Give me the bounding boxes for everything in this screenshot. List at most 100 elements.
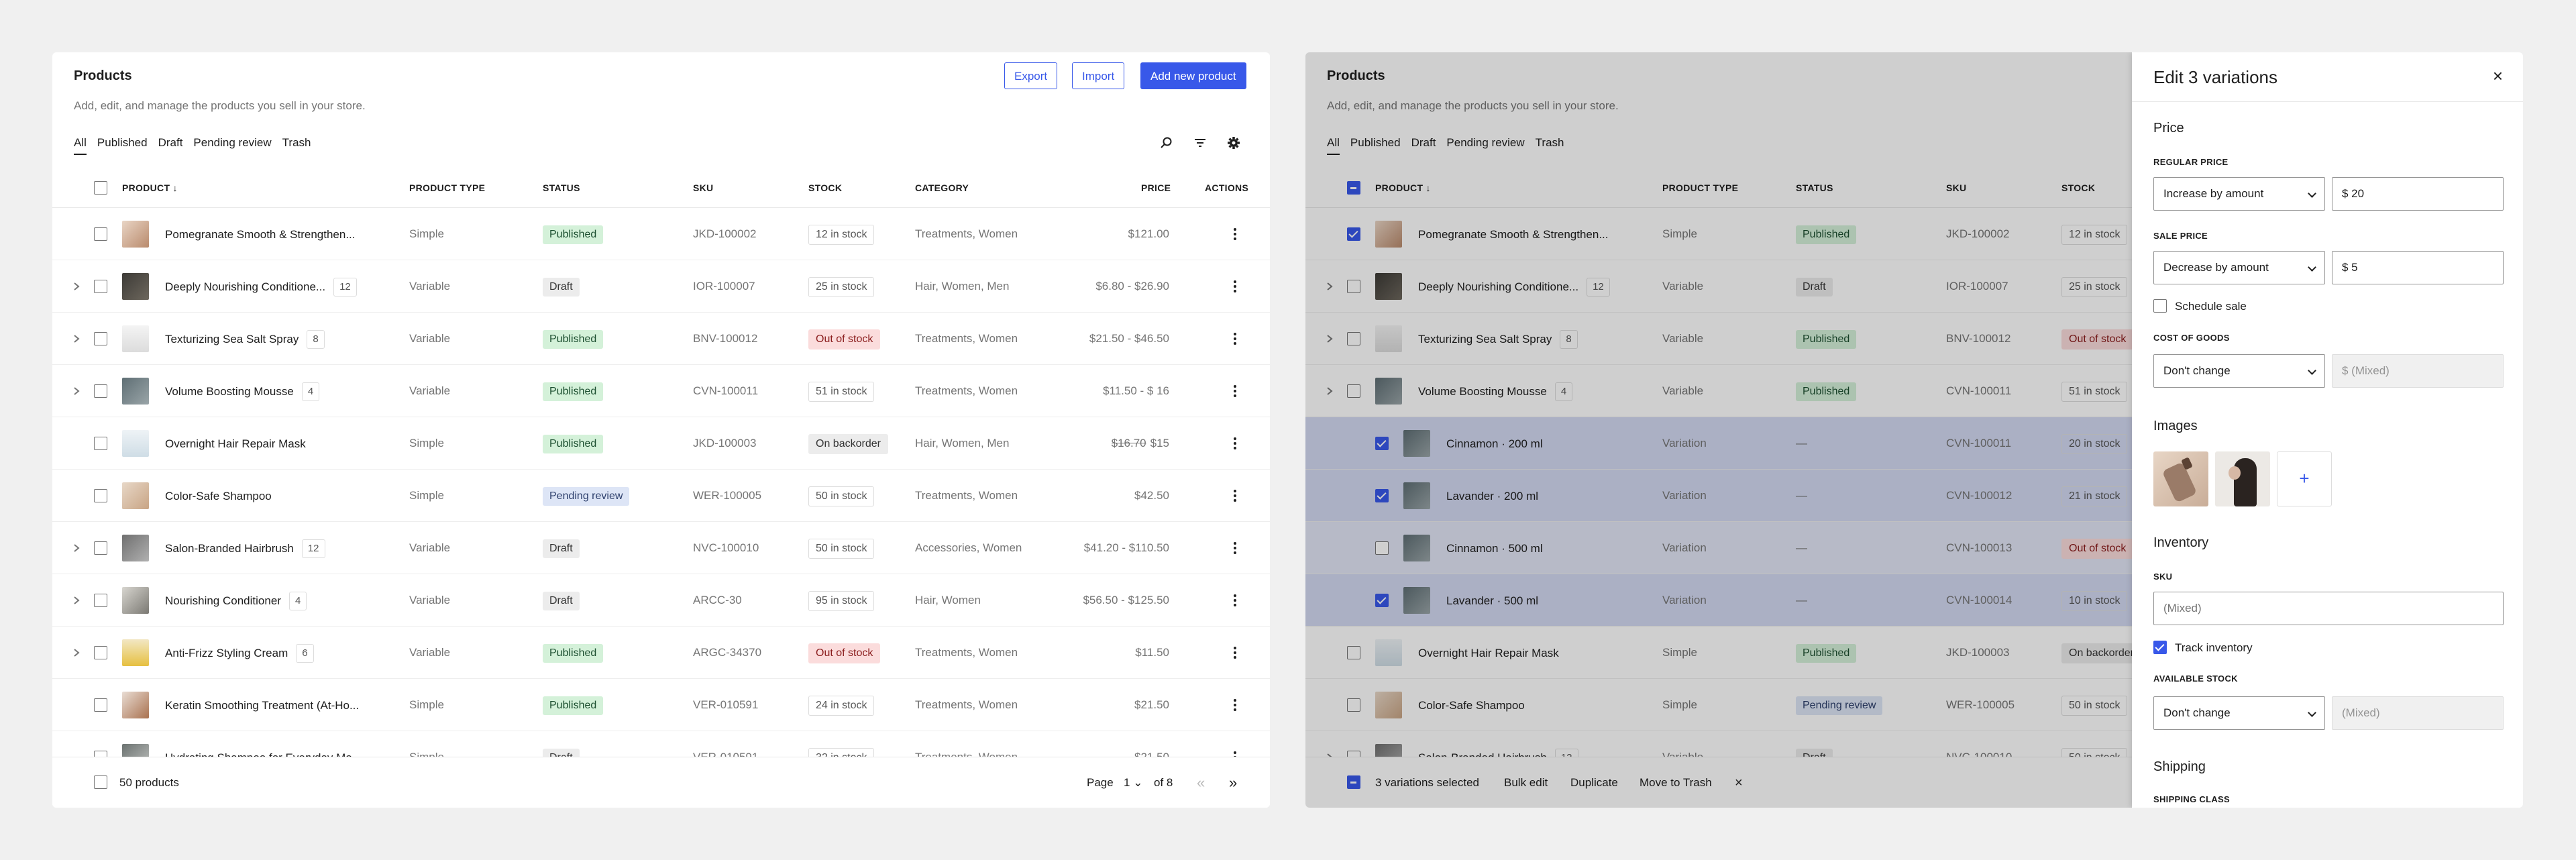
gear-icon[interactable] — [1223, 132, 1244, 154]
product-name[interactable]: Nourishing Conditioner — [165, 575, 281, 627]
product-name-cell[interactable]: Nourishing Conditioner 4 — [165, 574, 307, 627]
product-name[interactable]: Deeply Nourishing Conditione... — [165, 261, 325, 313]
col-category[interactable]: CATEGORY — [915, 168, 969, 208]
col-product[interactable]: PRODUCT ↓ — [1375, 168, 1431, 208]
col-status[interactable]: STATUS — [543, 168, 580, 208]
row-checkbox[interactable] — [94, 698, 107, 712]
prev-page-icon[interactable]: « — [1197, 757, 1205, 808]
product-name-cell[interactable]: Cinnamon · 500 ml — [1446, 522, 1543, 574]
product-name[interactable]: Volume Boosting Mousse — [1418, 366, 1547, 417]
product-name-cell[interactable]: Keratin Smoothing Treatment (At-Ho... — [165, 679, 359, 731]
product-name-cell[interactable]: Anti-Frizz Styling Cream 6 — [165, 627, 314, 679]
more-actions-icon[interactable] — [1234, 647, 1236, 659]
expand-chevron-icon[interactable] — [1326, 335, 1334, 343]
move-to-trash-button[interactable]: Move to Trash — [1640, 757, 1712, 808]
row-checkbox[interactable] — [1375, 594, 1389, 607]
product-name[interactable]: Pomegranate Smooth & Strengthen... — [165, 209, 356, 260]
product-name-cell[interactable]: Color-Safe Shampoo — [1418, 679, 1525, 731]
page-select[interactable]: 1 ⌄ — [1124, 757, 1142, 808]
expand-chevron-icon[interactable] — [1326, 387, 1334, 395]
sale-price-input[interactable]: $ 5 — [2332, 251, 2504, 284]
table-row[interactable]: Nourishing Conditioner 4 Variable Draft ARCC… — [52, 574, 1270, 627]
search-icon[interactable] — [1156, 132, 1177, 154]
variation-image-2[interactable] — [2215, 451, 2270, 506]
more-actions-icon[interactable] — [1234, 333, 1236, 345]
tab-draft[interactable]: Draft — [1411, 136, 1436, 155]
select-all-checkbox[interactable] — [94, 181, 107, 195]
product-name[interactable]: Color-Safe Shampoo — [1418, 680, 1525, 731]
row-checkbox[interactable] — [94, 489, 107, 502]
regular-price-input[interactable]: $ 20 — [2332, 177, 2504, 211]
product-name[interactable]: Anti-Frizz Styling Cream — [165, 627, 288, 679]
row-checkbox[interactable] — [94, 384, 107, 398]
product-name[interactable]: Lavander · 200 ml — [1446, 470, 1538, 522]
row-checkbox[interactable] — [1375, 489, 1389, 502]
product-name[interactable]: Overnight Hair Repair Mask — [165, 418, 306, 470]
product-name-cell[interactable]: Overnight Hair Repair Mask — [1418, 627, 1559, 679]
track-inventory-checkbox[interactable] — [2153, 641, 2167, 654]
table-row[interactable]: Anti-Frizz Styling Cream 6 Variable Publish… — [52, 627, 1270, 679]
col-product-type[interactable]: PRODUCT TYPE — [1662, 168, 1738, 208]
col-stock[interactable]: STOCK — [808, 168, 842, 208]
add-image-button[interactable]: + — [2277, 451, 2332, 506]
export-button[interactable]: Export — [1004, 62, 1058, 89]
table-row[interactable]: Pomegranate Smooth & Strengthen... Simple… — [52, 208, 1270, 260]
add-new-product-button[interactable]: Add new product — [1140, 62, 1246, 89]
expand-chevron-icon[interactable] — [72, 544, 80, 552]
next-page-icon[interactable]: » — [1229, 757, 1237, 808]
product-name[interactable]: Keratin Smoothing Treatment (At-Ho... — [165, 680, 359, 731]
product-name-cell[interactable]: Texturizing Sea Salt Spray 8 — [1418, 313, 1578, 365]
filter-icon[interactable] — [1189, 132, 1211, 154]
variation-image-1[interactable] — [2153, 451, 2208, 506]
product-name[interactable]: Cinnamon · 200 ml — [1446, 418, 1543, 470]
more-actions-icon[interactable] — [1234, 228, 1236, 240]
row-checkbox[interactable] — [1347, 227, 1360, 241]
row-checkbox[interactable] — [1347, 332, 1360, 345]
select-all-checkbox[interactable] — [1347, 181, 1360, 195]
col-price[interactable]: PRICE — [1141, 168, 1171, 208]
table-row[interactable]: Texturizing Sea Salt Spray 8 Variable Publi… — [52, 313, 1270, 365]
col-stock[interactable]: STOCK — [2061, 168, 2095, 208]
col-sku[interactable]: SKU — [1946, 168, 1966, 208]
row-checkbox[interactable] — [94, 541, 107, 555]
table-row[interactable]: Salon-Branded Hairbrush 12 Variable Draft NV… — [52, 522, 1270, 574]
tab-published[interactable]: Published — [97, 136, 148, 155]
row-checkbox[interactable] — [1347, 384, 1360, 398]
col-sku[interactable]: SKU — [693, 168, 713, 208]
expand-chevron-icon[interactable] — [72, 387, 80, 395]
row-checkbox[interactable] — [94, 646, 107, 659]
col-status[interactable]: STATUS — [1796, 168, 1833, 208]
product-name-cell[interactable]: Cinnamon · 200 ml — [1446, 417, 1543, 470]
tab-draft[interactable]: Draft — [158, 136, 183, 155]
bulk-select-checkbox[interactable] — [1347, 775, 1360, 789]
product-name-cell[interactable]: Salon-Branded Hairbrush 12 — [165, 522, 325, 574]
product-name-cell[interactable]: Deeply Nourishing Conditione... 12 — [1418, 260, 1610, 313]
tab-pending-review[interactable]: Pending review — [193, 136, 271, 155]
product-name-cell[interactable]: Pomegranate Smooth & Strengthen... — [165, 208, 356, 260]
row-checkbox[interactable] — [1375, 437, 1389, 450]
schedule-sale-checkbox[interactable] — [2153, 299, 2167, 313]
close-icon[interactable]: × — [2493, 67, 2503, 85]
product-name[interactable]: Texturizing Sea Salt Spray — [1418, 313, 1552, 365]
more-actions-icon[interactable] — [1234, 699, 1236, 711]
product-name-cell[interactable]: Pomegranate Smooth & Strengthen... — [1418, 208, 1609, 260]
row-checkbox[interactable] — [1375, 541, 1389, 555]
product-name[interactable]: Volume Boosting Mousse — [165, 366, 294, 417]
row-checkbox[interactable] — [1347, 698, 1360, 712]
more-actions-icon[interactable] — [1234, 542, 1236, 554]
tab-all[interactable]: All — [74, 136, 87, 155]
product-name-cell[interactable]: Lavander · 200 ml — [1446, 470, 1538, 522]
row-checkbox[interactable] — [1347, 280, 1360, 293]
expand-chevron-icon[interactable] — [72, 335, 80, 343]
available-stock-input[interactable]: (Mixed) — [2332, 696, 2504, 730]
table-row[interactable]: Volume Boosting Mousse 4 Variable Published… — [52, 365, 1270, 417]
product-name-cell[interactable]: Overnight Hair Repair Mask — [165, 417, 306, 470]
more-actions-icon[interactable] — [1234, 490, 1236, 502]
product-name[interactable]: Pomegranate Smooth & Strengthen... — [1418, 209, 1609, 260]
regular-price-mode-select[interactable]: Increase by amount — [2153, 177, 2325, 211]
expand-chevron-icon[interactable] — [72, 596, 80, 604]
product-name[interactable]: Deeply Nourishing Conditione... — [1418, 261, 1578, 313]
row-checkbox[interactable] — [94, 280, 107, 293]
product-name[interactable]: Texturizing Sea Salt Spray — [165, 313, 299, 365]
available-stock-mode-select[interactable]: Don't change — [2153, 696, 2325, 730]
